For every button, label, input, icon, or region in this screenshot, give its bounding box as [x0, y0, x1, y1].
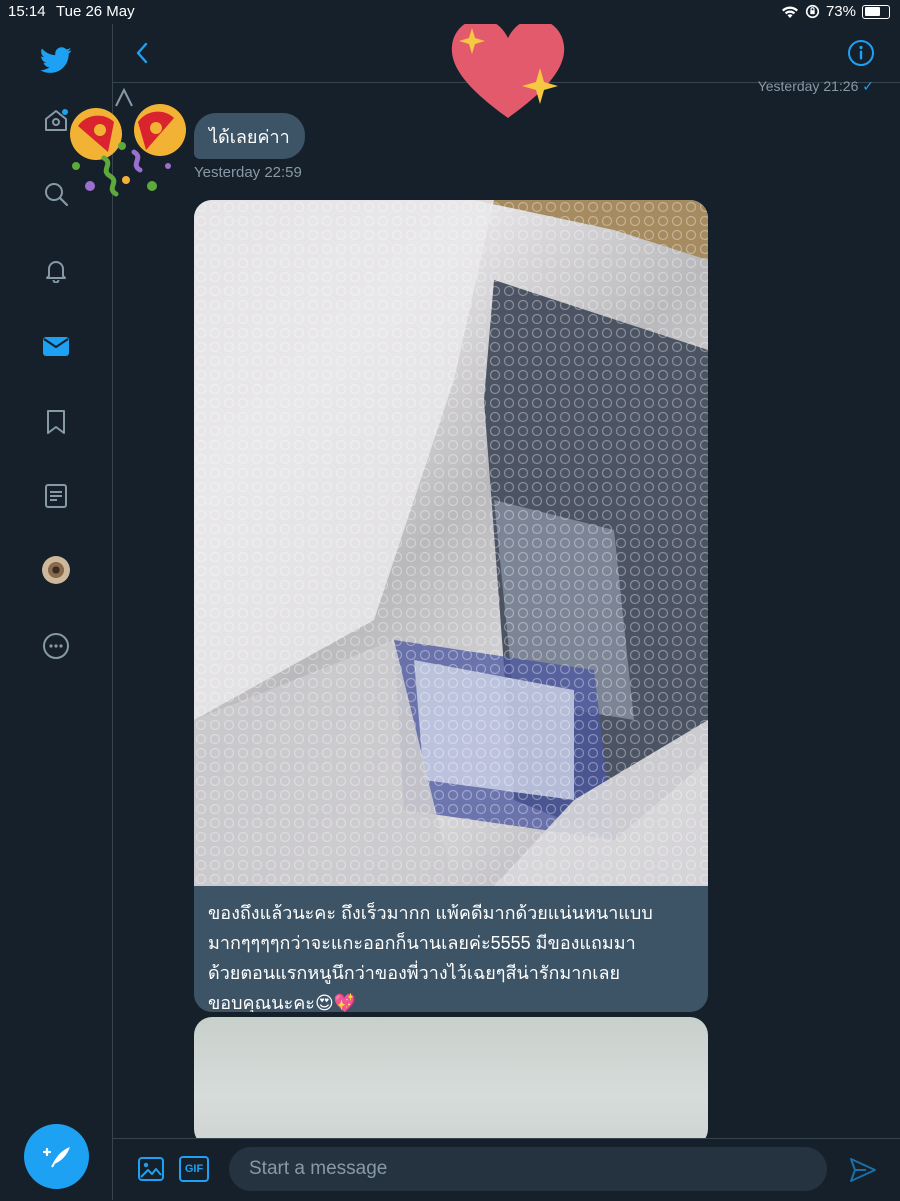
- caption-line: ของถึงแล้วนะคะ ถึงเร็วมากก แพ้คดีมากด้วย…: [208, 903, 653, 923]
- timestamp-text: Yesterday 21:26: [757, 78, 859, 94]
- sidebar-item-notifications[interactable]: [36, 250, 76, 290]
- caption-line: มากๆๆๆๆกว่าจะแกะออกก็นานเลยค่ะ5555 มีของ…: [208, 933, 636, 953]
- conversation-header: [113, 24, 900, 83]
- battery-percent: 73%: [825, 3, 856, 20]
- sidebar-item-home[interactable]: [36, 100, 76, 140]
- sidebar-item-lists[interactable]: [36, 476, 76, 516]
- more-icon: [43, 633, 69, 659]
- message-photo-partial[interactable]: [194, 1017, 708, 1147]
- wifi-icon: [781, 5, 798, 18]
- message-timestamp-previous: Yesterday 21:26 ✓: [758, 78, 874, 95]
- bell-icon: [46, 261, 66, 283]
- message-text: ได้เลยค่าา: [209, 126, 290, 147]
- back-arrow-icon[interactable]: [127, 38, 157, 68]
- status-date: Tue 26 May: [56, 3, 135, 20]
- status-bar: 15:14 Tue 26 May 73%: [0, 0, 900, 24]
- message-caption: ของถึงแล้วนะคะ ถึงเร็วมากก แพ้คดีมากด้วย…: [208, 898, 698, 1012]
- sidebar-item-more[interactable]: [36, 626, 76, 666]
- sidebar-item-profile[interactable]: [36, 550, 76, 590]
- list-icon: [45, 484, 67, 508]
- battery-level: [864, 7, 880, 16]
- media-message[interactable]: ของถึงแล้วนะคะ ถึงเร็วมากก แพ้คดีมากด้วย…: [194, 200, 708, 1012]
- read-check-icon: ✓: [862, 78, 874, 94]
- compose-tweet-button[interactable]: [24, 1124, 89, 1189]
- image-icon[interactable]: [137, 1155, 165, 1183]
- message-timestamp: Yesterday 22:59: [194, 164, 302, 181]
- sidebar-item-explore[interactable]: [36, 174, 76, 214]
- search-icon: [45, 183, 69, 207]
- status-indicators: 73%: [781, 3, 890, 20]
- message-bubble[interactable]: ได้เลยค่าา: [194, 113, 305, 159]
- sidebar-item-messages[interactable]: [36, 326, 76, 366]
- bookmark-icon: [47, 410, 65, 434]
- sidebar-item-bookmarks[interactable]: [36, 402, 76, 442]
- info-icon[interactable]: [846, 38, 876, 68]
- message-photo[interactable]: [194, 200, 708, 886]
- envelope-icon: [43, 337, 69, 356]
- status-time: 15:14: [8, 3, 46, 20]
- caption-line: ขอบคุณนะคะ😍💖: [208, 993, 357, 1012]
- sidebar-nav: [0, 24, 113, 1200]
- bubble-wrap-photo-content: [194, 200, 708, 886]
- battery-icon: [862, 4, 890, 19]
- message-composer: GIF: [113, 1138, 900, 1201]
- send-icon[interactable]: [848, 1155, 878, 1185]
- message-input[interactable]: [229, 1147, 827, 1191]
- home-icon: [45, 109, 68, 131]
- orientation-lock-icon: [805, 4, 820, 19]
- twitter-logo-icon[interactable]: [36, 40, 76, 80]
- avatar: [42, 556, 70, 584]
- caption-line: ด้วยตอนแรกหนูนึกว่าของพี่วางไว้เฉยๆสีน่า…: [208, 963, 621, 983]
- gif-button[interactable]: GIF: [179, 1156, 209, 1182]
- gif-label: GIF: [184, 1163, 204, 1175]
- compose-feather-icon: [42, 1146, 70, 1167]
